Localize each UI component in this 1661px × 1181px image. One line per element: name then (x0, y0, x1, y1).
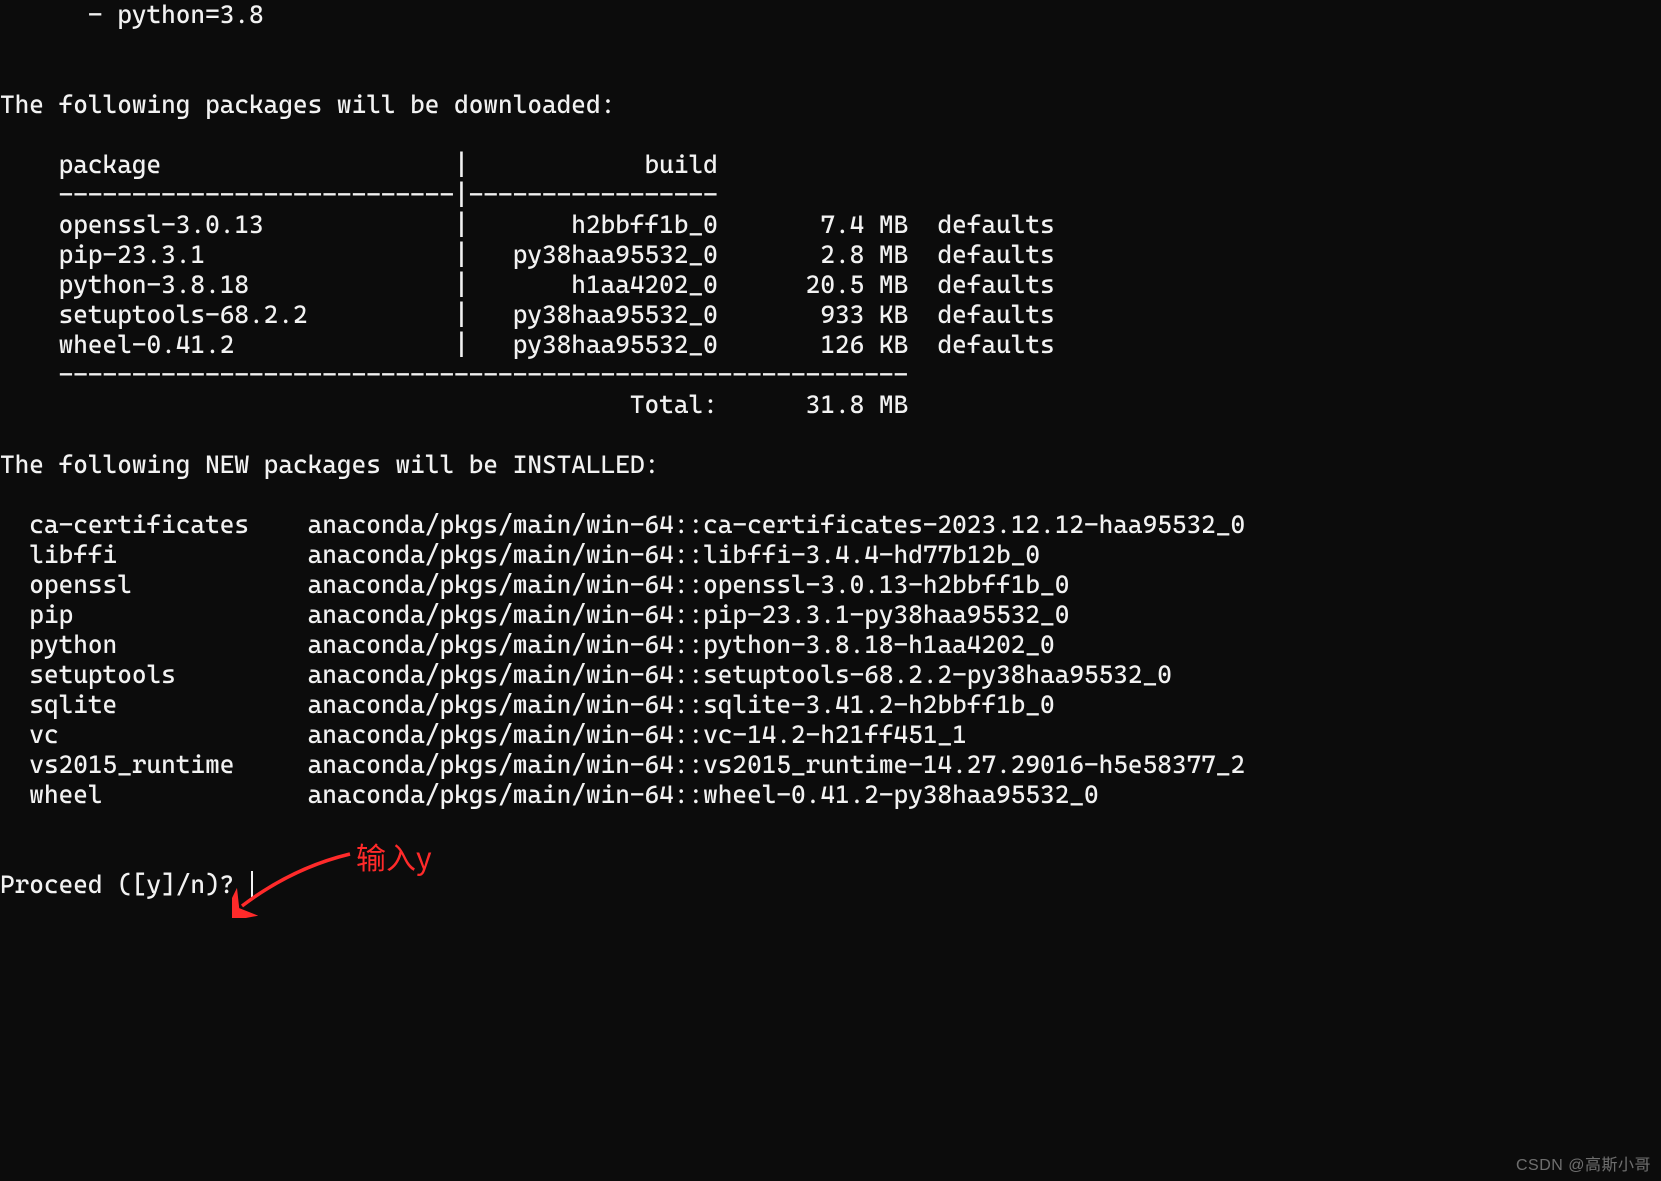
cursor[interactable] (251, 871, 253, 897)
proceed-prompt[interactable]: Proceed ([y]/n)? (0, 870, 249, 899)
terminal-output: - python=3.8 The following packages will… (0, 0, 1661, 900)
watermark: CSDN @高斯小哥 (1516, 1151, 1651, 1175)
